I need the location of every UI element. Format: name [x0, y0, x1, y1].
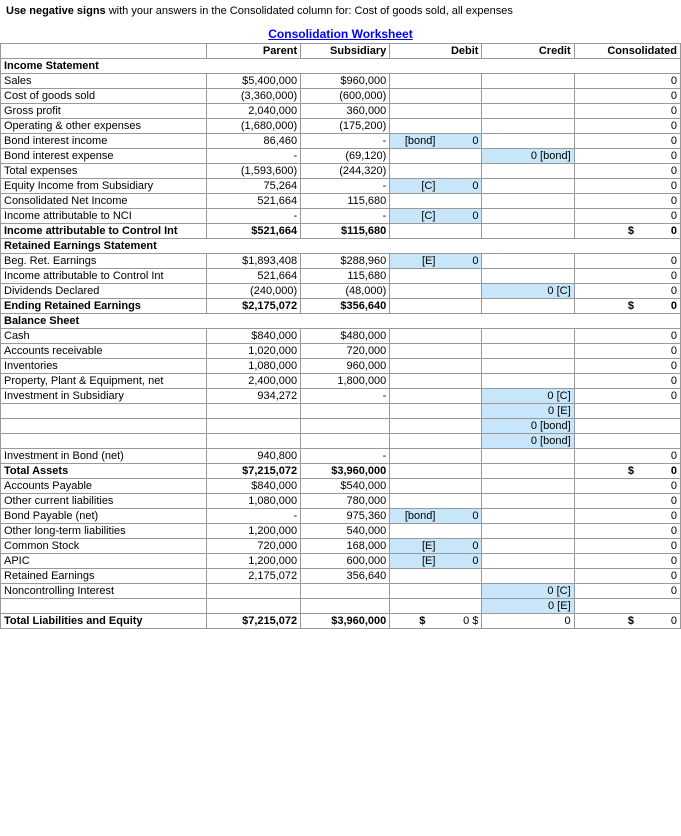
table-row: Gross profit2,040,000360,000 — [1, 104, 681, 119]
consolidation-table: Parent Subsidiary Debit Credit Consolida… — [0, 43, 681, 629]
col-subsidiary-header: Subsidiary — [301, 44, 390, 59]
table-row: Sales$5,400,000$960,000 — [1, 74, 681, 89]
table-row: Investment in Bond (net)940,800- — [1, 449, 681, 464]
table-row: Equity Income from Subsidiary75,264-[C] — [1, 179, 681, 194]
note-bold: Use negative signs — [6, 5, 106, 17]
section-header-row: Retained Earnings Statement — [1, 239, 681, 254]
worksheet-title: Consolidation Worksheet — [0, 23, 681, 43]
table-row: Ending Retained Earnings$2,175,072$356,6… — [1, 299, 681, 314]
table-row: Total Liabilities and Equity$7,215,072$3… — [1, 614, 681, 629]
table-row: APIC1,200,000600,000[E] — [1, 554, 681, 569]
table-row: Dividends Declared(240,000)(48,000) [C] — [1, 284, 681, 299]
table-row: [E] — [1, 599, 681, 614]
table-row: [bond] — [1, 434, 681, 449]
table-row: Property, Plant & Equipment, net2,400,00… — [1, 374, 681, 389]
table-row: Retained Earnings2,175,072356,640 — [1, 569, 681, 584]
table-row: Inventories1,080,000960,000 — [1, 359, 681, 374]
table-row: [E] — [1, 404, 681, 419]
col-consolidated-header: Consolidated — [574, 44, 680, 59]
table-row: Accounts Payable$840,000$540,000 — [1, 479, 681, 494]
table-row: Cash$840,000$480,000 — [1, 329, 681, 344]
note-text: with your answers in the Consolidated co… — [109, 5, 513, 17]
table-row: Bond Payable (net)-975,360[bond] — [1, 509, 681, 524]
table-row: Accounts receivable1,020,000720,000 — [1, 344, 681, 359]
table-row: Other current liabilities1,080,000780,00… — [1, 494, 681, 509]
header-note: Use negative signs with your answers in … — [0, 0, 681, 23]
table-row: Beg. Ret. Earnings$1,893,408$288,960[E] — [1, 254, 681, 269]
col-label-header — [1, 44, 207, 59]
table-row: Investment in Subsidiary934,272- [C]0 — [1, 389, 681, 404]
table-row: Consolidated Net Income521,664115,680 — [1, 194, 681, 209]
col-debit-header: Debit — [390, 44, 482, 59]
col-parent-header: Parent — [207, 44, 301, 59]
table-row: Total expenses(1,593,600)(244,320) — [1, 164, 681, 179]
table-row: Income attributable to NCI--[C] — [1, 209, 681, 224]
column-headers: Parent Subsidiary Debit Credit Consolida… — [1, 44, 681, 59]
table-row: Common Stock720,000168,000[E] — [1, 539, 681, 554]
table-row: Noncontrolling Interest [C]0 — [1, 584, 681, 599]
table-row: Income attributable to Control Int521,66… — [1, 269, 681, 284]
col-credit-header: Credit — [482, 44, 574, 59]
table-row: Income attributable to Control Int$521,6… — [1, 224, 681, 239]
table-row: Operating & other expenses(1,680,000)(17… — [1, 119, 681, 134]
section-header-row: Balance Sheet — [1, 314, 681, 329]
table-row: [bond] — [1, 419, 681, 434]
table-row: Other long-term liabilities1,200,000540,… — [1, 524, 681, 539]
table-row: Cost of goods sold(3,360,000)(600,000) — [1, 89, 681, 104]
section-header-row: Income Statement — [1, 59, 681, 74]
table-row: Total Assets$7,215,072$3,960,000$ — [1, 464, 681, 479]
table-row: Bond interest income86,460-[bond] — [1, 134, 681, 149]
table-row: Bond interest expense-(69,120) [bond] — [1, 149, 681, 164]
